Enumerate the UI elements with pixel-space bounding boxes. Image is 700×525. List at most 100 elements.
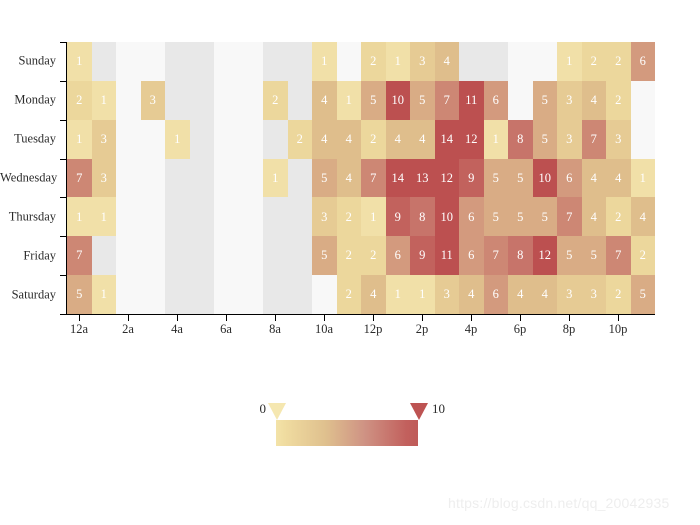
heatmap-cell: 4 — [434, 42, 459, 81]
y-axis-label-wednesday: Wednesday — [0, 170, 58, 185]
heatmap-cell — [239, 120, 264, 159]
heatmap-cell: 14 — [385, 158, 410, 198]
heatmap-cell: 5 — [67, 275, 92, 314]
heatmap-cell: 4 — [581, 158, 606, 198]
legend-min-label: 0 — [259, 401, 267, 416]
heatmap-cell: 10 — [434, 197, 459, 237]
heatmap-cell: 2 — [336, 236, 361, 276]
heatmap-cell: 1 — [410, 275, 435, 314]
heatmap-cell — [214, 275, 239, 314]
heatmap-plot-area: 1 1 2 1 3 4 1 2 2 6 2 1 3 2 4 1 5 10 5 7 11 6 5 3 4 2 1 3 1 2 4 4 2 4 4 14 1… — [67, 42, 655, 314]
heatmap-cell — [116, 42, 141, 81]
heatmap-cell: 3 — [410, 42, 435, 81]
heatmap-cell: 1 — [165, 119, 190, 159]
heatmap-cell — [165, 236, 190, 275]
legend-max-label: 10 — [432, 401, 445, 416]
heatmap-row: 1 1 3 2 1 9 8 10 6 5 5 5 7 4 2 4 — [67, 197, 655, 237]
heatmap-cell — [288, 236, 313, 275]
heatmap-cell — [165, 42, 190, 81]
heatmap-cell — [214, 42, 239, 81]
heatmap-cell — [508, 81, 533, 120]
heatmap-cell: 4 — [532, 275, 557, 314]
heatmap-cell: 1 — [67, 197, 92, 237]
x-axis-label-4p: 4p — [464, 322, 478, 336]
heatmap-cell: 14 — [434, 119, 459, 159]
heatmap-cell — [190, 197, 215, 236]
heatmap-cell — [92, 236, 117, 275]
heatmap-cell: 3 — [581, 275, 606, 314]
heatmap-cell — [288, 81, 313, 120]
heatmap-cell: 12 — [434, 158, 459, 198]
x-axis-tick — [569, 315, 570, 321]
heatmap-cell: 3 — [91, 119, 116, 159]
heatmap-cell: 3 — [312, 197, 337, 237]
y-axis-tick — [60, 80, 66, 82]
heatmap-cell — [263, 42, 288, 81]
heatmap-cell — [165, 275, 190, 314]
heatmap-cell: 4 — [410, 119, 435, 159]
x-axis-label-12a: 12a — [69, 322, 89, 336]
heatmap-cell: 4 — [312, 80, 337, 120]
y-axis-tick — [60, 314, 66, 315]
heatmap-cell — [263, 197, 288, 236]
heatmap-cell — [141, 120, 166, 159]
x-axis-tick — [618, 315, 619, 321]
color-legend: 0 10 — [242, 398, 462, 454]
heatmap-cell: 1 — [385, 42, 410, 81]
heatmap-cell: 2 — [361, 119, 386, 159]
heatmap-cell: 4 — [336, 119, 361, 159]
heatmap-cell — [239, 159, 264, 198]
heatmap-cell: 6 — [385, 236, 410, 276]
heatmap-cell — [165, 159, 190, 198]
x-axis-tick — [520, 315, 521, 321]
heatmap-cell — [190, 120, 215, 159]
heatmap-cell: 1 — [336, 80, 361, 120]
heatmap-cell — [116, 236, 141, 275]
legend-gradient-bar — [276, 420, 418, 446]
heatmap-cell — [263, 120, 288, 159]
x-axis-tick — [128, 315, 129, 321]
heatmap-cell — [214, 81, 239, 120]
heatmap-cell: 9 — [385, 197, 410, 237]
heatmap-cell: 5 — [557, 236, 582, 276]
x-axis-tick — [324, 315, 325, 321]
heatmap-cell: 7 — [581, 119, 606, 159]
heatmap-cell — [288, 159, 313, 198]
heatmap-cell: 1 — [483, 119, 508, 159]
heatmap-cell: 3 — [557, 80, 582, 120]
heatmap-cell — [141, 159, 166, 198]
heatmap-cell — [165, 81, 190, 120]
heatmap-cell: 12 — [532, 236, 557, 276]
heatmap-cell — [214, 120, 239, 159]
heatmap-cell — [239, 197, 264, 236]
heatmap-cell — [116, 81, 141, 120]
y-axis-tick — [60, 197, 66, 199]
heatmap-cell: 8 — [508, 236, 533, 276]
heatmap-cell: 10 — [532, 158, 557, 198]
heatmap-cell: 4 — [459, 275, 484, 314]
heatmap-cell: 5 — [532, 197, 557, 237]
heatmap-cell — [484, 42, 509, 81]
heatmap-cell: 7 — [67, 236, 92, 276]
heatmap-cell: 4 — [385, 119, 410, 159]
heatmap-cell — [214, 236, 239, 275]
heatmap-cell: 5 — [483, 197, 508, 237]
y-axis-label-saturday: Saturday — [11, 287, 56, 302]
heatmap-cell — [239, 275, 264, 314]
heatmap-cell: 7 — [434, 80, 459, 120]
heatmap-cell: 11 — [459, 80, 484, 120]
heatmap-cell: 6 — [630, 42, 655, 81]
heatmap-cell — [533, 42, 558, 81]
heatmap-cell: 2 — [67, 80, 92, 120]
heatmap-cell — [165, 197, 190, 236]
heatmap-cell — [141, 236, 166, 275]
heatmap-cell: 2 — [606, 42, 631, 81]
heatmap-cell: 3 — [606, 119, 631, 159]
x-axis-label-2a: 2a — [122, 322, 134, 336]
heatmap-cell: 5 — [483, 158, 508, 198]
heatmap-cell: 7 — [483, 236, 508, 276]
x-axis-tick — [373, 315, 374, 321]
heatmap-cell: 2 — [606, 197, 631, 237]
heatmap-cell: 2 — [361, 236, 386, 276]
heatmap-cell: 1 — [385, 275, 410, 314]
